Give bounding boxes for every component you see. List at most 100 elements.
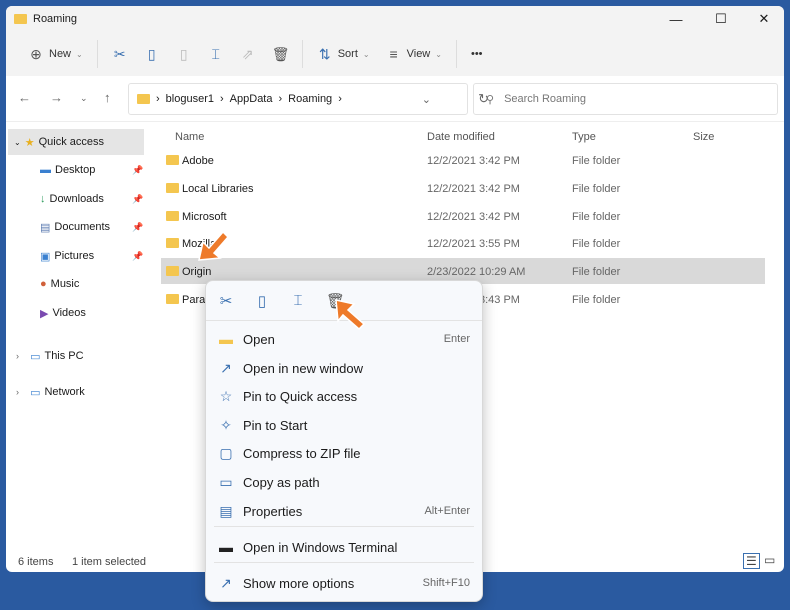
- sidebar-item-network[interactable]: › ▭ Network: [16, 379, 85, 405]
- cut-button[interactable]: ✂: [104, 39, 136, 69]
- file-name: Origin: [182, 266, 212, 279]
- sidebar-item-music[interactable]: ● Music: [40, 271, 79, 297]
- file-type: File folder: [572, 155, 621, 167]
- sidebar-label: This PC: [44, 350, 84, 362]
- up-button[interactable]: ↑: [104, 90, 111, 105]
- rename-button[interactable]: ⌶: [200, 39, 232, 69]
- cut-icon[interactable]: ✂: [218, 292, 234, 310]
- view-button[interactable]: ≡ View ⌄: [378, 39, 450, 69]
- breadcrumb-appdata[interactable]: AppData: [230, 93, 273, 105]
- trash-icon: 🗑: [271, 45, 290, 62]
- menu-shortcut: Alt+Enter: [424, 505, 470, 517]
- file-type: File folder: [572, 210, 621, 223]
- menu-item-show-more-options[interactable]: ↗ Show more options Shift+F10: [206, 569, 482, 597]
- navigation-pane: ⌄ ★ Quick access ▬ Desktop 📌 ↓ Downloads 📌 ▤ Do…: [6, 126, 156, 546]
- download-icon: ↓: [40, 193, 46, 205]
- sidebar-item-quick-access[interactable]: ⌄ ★ Quick access: [8, 129, 144, 155]
- sidebar-item-desktop[interactable]: ▬ Desktop 📌: [40, 157, 150, 183]
- file-date: 12/2/2021 3:42 PM: [427, 182, 520, 195]
- recent-dropdown[interactable]: ⌄: [80, 93, 88, 104]
- copy-button[interactable]: ▯: [136, 39, 168, 69]
- file-row[interactable]: Adobe 12/2/2021 3:42 PM File folder: [161, 147, 765, 173]
- file-row[interactable]: Microsoft 12/2/2021 3:42 PM File folder: [161, 203, 765, 229]
- pin-icon: ✧: [220, 416, 232, 433]
- sidebar-label: Desktop: [55, 164, 96, 176]
- arrow-pointer-icon: [198, 230, 230, 261]
- star-icon: ☆: [219, 387, 233, 404]
- folder-open-icon: ▬: [219, 331, 233, 347]
- pictures-icon: ▣: [40, 250, 51, 263]
- column-name[interactable]: Name: [175, 131, 204, 143]
- menu-item-compress-to-zip-file[interactable]: ▢ Compress to ZIP file: [206, 439, 482, 467]
- sidebar-item-this-pc[interactable]: › ▭ This PC: [16, 343, 84, 369]
- column-size[interactable]: Size: [693, 131, 714, 143]
- videos-icon: ▶: [40, 307, 49, 320]
- delete-button[interactable]: 🗑: [264, 39, 296, 69]
- sidebar-label: Network: [44, 386, 85, 398]
- menu-item-copy-as-path[interactable]: ▭ Copy as path: [206, 468, 482, 496]
- menu-item-open-in-new-window[interactable]: ↗ Open in new window: [206, 354, 482, 382]
- tiles-view-button[interactable]: ▭: [764, 553, 775, 567]
- sidebar-item-documents[interactable]: ▤ Documents 📌: [40, 214, 150, 240]
- network-icon: ▭: [30, 386, 41, 399]
- menu-label: Pin to Quick access: [243, 388, 358, 404]
- menu-label: Open in new window: [243, 360, 363, 376]
- sidebar-item-downloads[interactable]: ↓ Downloads 📌: [40, 186, 150, 212]
- back-button[interactable]: ←: [18, 90, 31, 105]
- menu-shortcut: Shift+F10: [422, 577, 470, 589]
- menu-item-open-in-windows-terminal[interactable]: ▬ Open in Windows Terminal: [206, 533, 482, 561]
- scissors-icon: ✂: [113, 45, 126, 62]
- pin-icon: 📌: [132, 164, 144, 175]
- menu-divider: [214, 562, 474, 563]
- address-bar[interactable]: › bloguser1 › AppData › Roaming › ⌄ ↻: [128, 83, 489, 115]
- file-type: File folder: [572, 294, 621, 306]
- column-date[interactable]: Date modified: [427, 131, 495, 143]
- menu-item-pin-to-start[interactable]: ✧ Pin to Start: [206, 411, 482, 439]
- file-row[interactable]: Mozilla 12/2/2021 3:55 PM File folder: [161, 230, 765, 256]
- breadcrumb-roaming[interactable]: Roaming: [288, 93, 332, 105]
- rename-icon[interactable]: ⌶: [290, 292, 306, 309]
- paste-icon: ▯: [179, 45, 188, 62]
- file-name: Microsoft: [182, 210, 227, 223]
- minimize-button[interactable]: —: [656, 6, 696, 32]
- rename-icon: ⌶: [211, 45, 220, 62]
- title-bar: Roaming — ☐ ✕: [6, 6, 784, 32]
- close-button[interactable]: ✕: [744, 6, 784, 32]
- folder-icon: [166, 210, 179, 221]
- search-input[interactable]: ⚲ Search Roaming: [473, 83, 778, 115]
- menu-item-pin-to-quick-access[interactable]: ☆ Pin to Quick access: [206, 382, 482, 410]
- file-type: File folder: [572, 266, 621, 279]
- copy-icon[interactable]: ▯: [254, 292, 270, 310]
- column-type[interactable]: Type: [572, 131, 596, 143]
- maximize-button[interactable]: ☐: [701, 6, 741, 32]
- sidebar-item-videos[interactable]: ▶ Videos: [40, 300, 86, 326]
- more-options-button[interactable]: •••: [463, 39, 491, 69]
- folder-icon: [166, 182, 179, 193]
- search-icon: ⚲: [486, 93, 495, 106]
- desktop-icon: ▬: [40, 164, 51, 176]
- pin-icon: 📌: [132, 250, 144, 261]
- file-row[interactable]: Local Libraries 12/2/2021 3:42 PM File fol…: [161, 175, 765, 201]
- details-view-button[interactable]: ☰: [743, 553, 760, 569]
- column-headers: Name Date modified Type Size: [166, 126, 766, 148]
- copy-path-icon: ▭: [219, 473, 233, 490]
- plus-circle-icon: ⊕: [30, 45, 42, 62]
- menu-label: Show more options: [243, 575, 355, 591]
- sort-button[interactable]: ⇅ Sort ⌄: [309, 39, 378, 69]
- open-new-window-icon: ↗: [220, 359, 232, 376]
- sidebar-item-pictures[interactable]: ▣ Pictures 📌: [40, 243, 150, 269]
- file-date: 12/2/2021 3:42 PM: [427, 155, 520, 167]
- more-options-icon: ↗: [220, 574, 232, 591]
- music-icon: ●: [40, 278, 47, 290]
- file-date: 12/2/2021 3:55 PM: [427, 238, 520, 251]
- breadcrumb-bloguser1[interactable]: bloguser1: [166, 93, 214, 105]
- folder-icon: [137, 94, 150, 104]
- paste-button[interactable]: ▯: [168, 39, 200, 69]
- terminal-icon: ▬: [219, 539, 233, 555]
- address-dropdown[interactable]: ⌄: [422, 93, 431, 106]
- menu-item-properties[interactable]: ▤ Properties Alt+Enter: [206, 497, 482, 525]
- forward-button[interactable]: →: [50, 90, 63, 105]
- new-button[interactable]: ⊕ New ⌄: [20, 39, 91, 69]
- folder-icon: [14, 14, 27, 24]
- share-button[interactable]: ⇗: [232, 39, 264, 69]
